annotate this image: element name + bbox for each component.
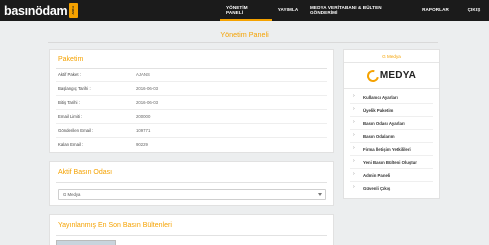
chevron-right-icon: › <box>353 119 355 125</box>
nav-cikis[interactable]: ÇIKIŞ <box>459 0 489 21</box>
sidebar-item-label: Üyelik Paketim <box>363 108 394 113</box>
row-value: 2016-06-03 <box>136 100 158 105</box>
brand-divider <box>344 88 439 89</box>
row-value: 200000 <box>136 114 151 119</box>
nav-yayimla[interactable]: YAYIMLA <box>272 0 304 21</box>
chevron-right-icon: › <box>353 184 355 190</box>
row-label: Kalan Email : <box>58 142 84 147</box>
site-logo[interactable]: basınödam ANKA <box>4 1 79 20</box>
package-heading: Paketim <box>58 56 84 63</box>
press-room-select-value: G Medya <box>63 192 81 197</box>
nav-raporlar[interactable]: RAPORLAR <box>412 0 459 21</box>
sidebar-item-label: Güvenli Çıkış <box>363 186 391 191</box>
page-title: Yönetim Paneli <box>220 30 269 39</box>
top-navigation-bar: basınödam ANKA YÖNETİM PANELİ YAYIMLA ME… <box>0 0 489 21</box>
logo-text: basınödam <box>4 3 68 18</box>
sidebar-item-kullanici-ayarlari[interactable]: › Kullanıcı Ayarları <box>350 91 433 104</box>
row-value: 109771 <box>136 128 151 133</box>
latest-bulletins-divider <box>56 235 327 236</box>
package-row-active: Aktif Paket : AJANS <box>56 69 327 82</box>
row-value: AJANS <box>136 72 150 77</box>
latest-bulletins-panel: Yayınlanmış En Son Basın Bültenleri <box>49 214 334 245</box>
logo-badge: ANKA <box>69 3 79 18</box>
row-label: Aktif Paket : <box>58 72 81 77</box>
sidebar-item-admin-paneli[interactable]: › Admin Paneli <box>350 169 433 182</box>
active-room-heading: Aktif Basın Odası <box>58 169 113 176</box>
sidebar-panel: G Medya MEDYA › Kullanıcı Ayarları › Üye… <box>343 49 440 199</box>
package-row-email-limit: Email Limiti : 200000 <box>56 111 327 124</box>
package-row-start: Başlangıç Tarihi : 2016-06-03 <box>56 83 327 96</box>
chevron-right-icon: › <box>353 106 355 112</box>
row-label: Gönderilen Email : <box>58 128 94 133</box>
sidebar-item-firma-iletisim[interactable]: › Firma İletişim Yetkilileri <box>350 143 433 156</box>
nav-medya-veritabani[interactable]: MEDYA VERİTABANI & BÜLTEN GÖNDERİMİ <box>304 0 412 21</box>
package-row-remaining-email: Kalan Email : 90229 <box>56 139 327 152</box>
row-value: 90229 <box>136 142 148 147</box>
chevron-right-icon: › <box>353 132 355 138</box>
chevron-right-icon: › <box>353 93 355 99</box>
package-row-sent-email: Gönderilen Email : 109771 <box>56 125 327 138</box>
main-nav: YÖNETİM PANELİ YAYIMLA MEDYA VERİTABANI … <box>220 0 489 21</box>
brand-logo: MEDYA <box>344 65 439 86</box>
chevron-right-icon: › <box>353 158 355 164</box>
press-room-select[interactable]: G Medya <box>58 189 326 200</box>
bulletin-thumbnail[interactable] <box>56 240 116 245</box>
sidebar-item-label: Basın Odalarım <box>363 134 395 139</box>
sidebar-item-basin-odasi-ayarlari[interactable]: › Basın Odası Ayarları <box>350 117 433 130</box>
row-value: 2016-06-03 <box>136 86 158 91</box>
active-room-panel: Aktif Basın Odası G Medya <box>49 161 334 206</box>
sidebar-item-label: Admin Paneli <box>363 173 391 178</box>
chevron-down-icon <box>318 193 322 196</box>
row-label: Bitiş Tarihi : <box>58 100 80 105</box>
sidebar-item-label: Basın Odası Ayarları <box>363 121 405 126</box>
latest-bulletins-heading: Yayınlanmış En Son Basın Bültenleri <box>58 222 172 229</box>
chevron-right-icon: › <box>353 171 355 177</box>
row-label: Başlangıç Tarihi : <box>58 86 91 91</box>
sidebar-item-label: Yeni Basın Bülteni Oluştur <box>363 160 417 165</box>
row-label: Email Limiti : <box>58 114 83 119</box>
sidebar-item-label: Firma İletişim Yetkilileri <box>363 147 411 152</box>
sidebar-item-basin-odalarim[interactable]: › Basın Odalarım <box>350 130 433 143</box>
chevron-right-icon: › <box>353 145 355 151</box>
sidebar-item-guvenli-cikis[interactable]: › Güvenli Çıkış <box>350 182 433 195</box>
logo-badge-text: ANKA <box>71 6 76 15</box>
brand-text: MEDYA <box>379 70 417 81</box>
package-row-end: Bitiş Tarihi : 2016-06-03 <box>56 97 327 110</box>
sidebar-title: G Medya <box>344 50 439 63</box>
sidebar-item-yeni-bulten[interactable]: › Yeni Basın Bülteni Oluştur <box>350 156 433 169</box>
nav-yonetim-paneli[interactable]: YÖNETİM PANELİ <box>220 0 272 21</box>
package-panel: Paketim Aktif Paket : AJANS Başlangıç Ta… <box>49 49 334 153</box>
brand-mark-icon <box>364 67 382 84</box>
title-divider <box>48 42 438 43</box>
sidebar-item-uyelik-paketim[interactable]: › Üyelik Paketim <box>350 104 433 117</box>
sidebar-item-label: Kullanıcı Ayarları <box>363 95 398 100</box>
active-room-divider <box>56 182 327 183</box>
